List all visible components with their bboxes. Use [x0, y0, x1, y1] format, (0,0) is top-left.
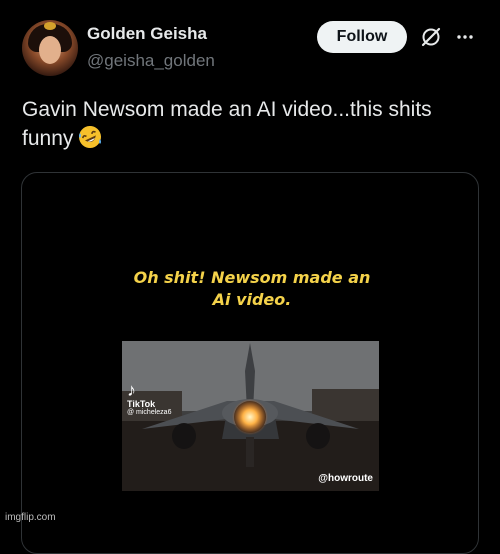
- video-caption: Oh shit! Newsom made an Ai video.: [133, 268, 371, 309]
- author-name[interactable]: Golden Geisha: [87, 24, 207, 44]
- avatar[interactable]: [22, 20, 78, 76]
- more-icon[interactable]: [455, 28, 475, 46]
- follow-button[interactable]: Follow: [317, 21, 407, 53]
- tiktok-username: @ micheleza6: [127, 409, 172, 416]
- rolling-on-floor-laughing-icon: [79, 126, 102, 148]
- media-card[interactable]: Oh shit! Newsom made an Ai video. ♪ TikT…: [21, 172, 479, 554]
- video-watermark: @howroute: [318, 473, 373, 484]
- video-frame[interactable]: ♪ TikTok @ micheleza6 @howroute: [122, 341, 379, 491]
- tiktok-brand: TikTok: [127, 399, 156, 409]
- avatar-jewel: [44, 22, 56, 30]
- tiktok-logo: ♪ TikTok @ micheleza6: [127, 381, 171, 416]
- tweet-text: Gavin Newsom made an AI video...this shi…: [22, 95, 482, 153]
- author-handle[interactable]: @geisha_golden: [87, 51, 215, 71]
- fighter-jet-image: [122, 341, 379, 491]
- imgflip-watermark: imgflip.com: [5, 512, 56, 523]
- avatar-face: [39, 36, 61, 64]
- grok-icon[interactable]: [420, 26, 442, 48]
- tiktok-icon: ♪: [127, 380, 136, 400]
